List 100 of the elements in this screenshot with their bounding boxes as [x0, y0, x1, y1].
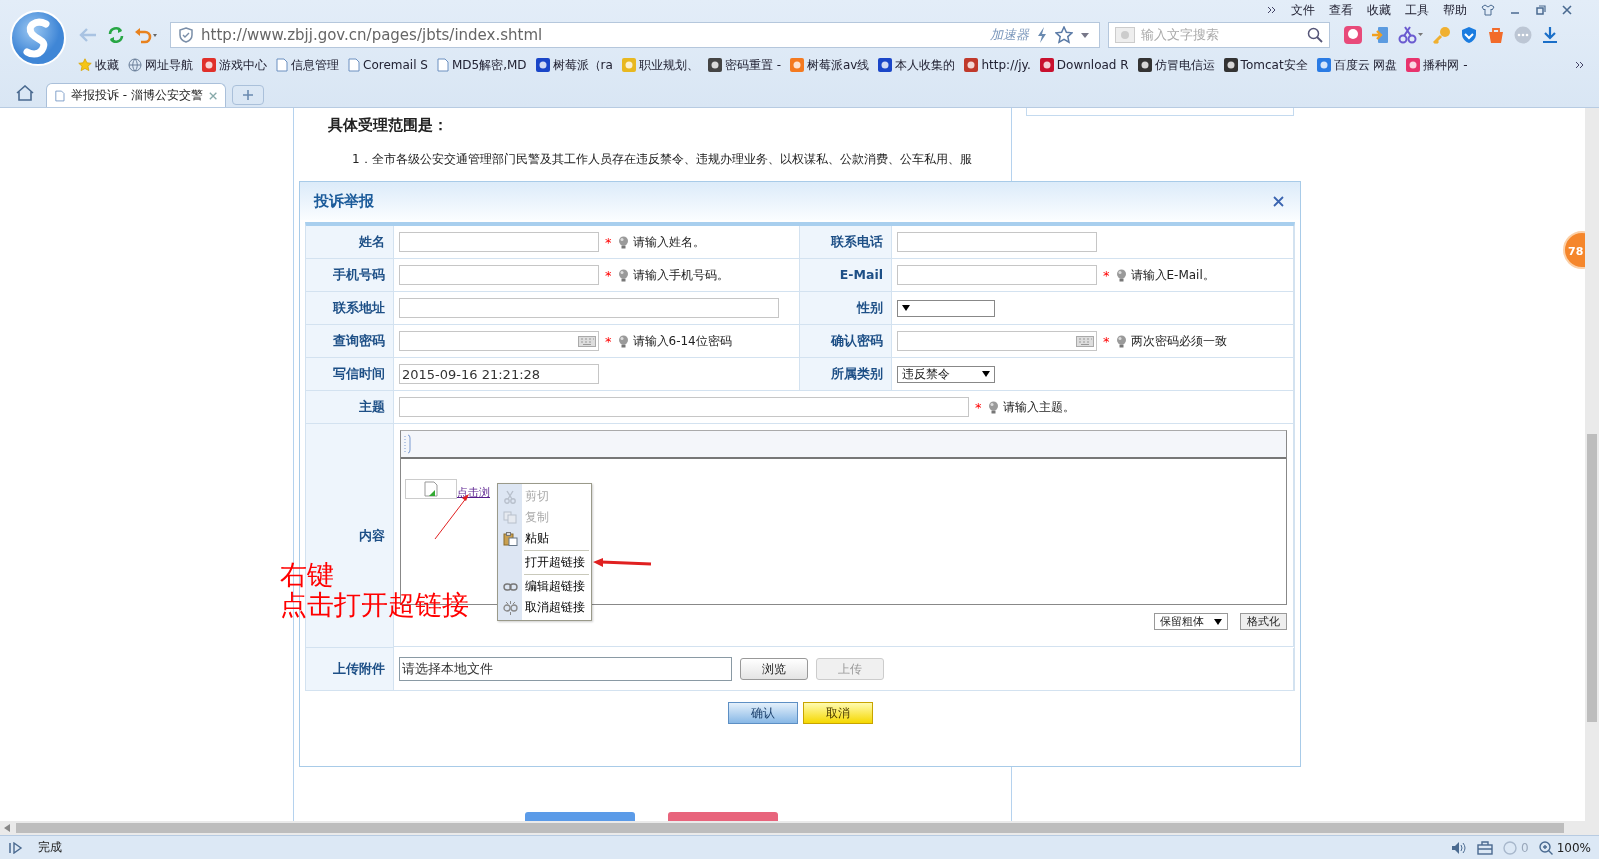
close-icon[interactable]	[208, 90, 217, 101]
bookmark-link[interactable]: 密码重置 -	[707, 56, 781, 74]
menu-item[interactable]: 编辑超链接	[498, 576, 591, 597]
caret-icon[interactable]	[1081, 32, 1089, 38]
site-icon	[964, 58, 979, 72]
cancel-button[interactable]: 取消	[802, 702, 873, 724]
shield-icon[interactable]	[1460, 26, 1478, 44]
bookmark-link[interactable]: 游戏中心	[202, 56, 267, 74]
browser-tab[interactable]: 举报投诉 - 淄博公安交警	[46, 83, 226, 107]
menu-item[interactable]: 打开超链接	[498, 552, 591, 573]
field-label: 上传附件	[306, 648, 394, 691]
keyboard-icon	[578, 335, 596, 347]
hint-text: 请输入主题。	[1002, 398, 1075, 416]
bookmark-link[interactable]: 网址导航	[128, 56, 193, 74]
toolbox-icon[interactable]	[1477, 840, 1494, 855]
home-icon[interactable]	[16, 85, 34, 101]
sidebar-toggle-icon[interactable]	[8, 841, 24, 854]
text-field[interactable]	[897, 265, 1097, 285]
site-icon	[1223, 58, 1238, 72]
menu-item[interactable]: 帮助	[1443, 1, 1467, 19]
bookmark-link[interactable]: MD5解密,MD	[436, 56, 527, 74]
required-mark: *	[605, 333, 612, 349]
caret-icon	[1214, 618, 1222, 625]
menu-item[interactable]: 粘贴	[498, 528, 591, 549]
horizontal-scrollbar[interactable]	[0, 821, 1599, 835]
menu-item[interactable]: 查看	[1329, 1, 1353, 19]
chevron-icon[interactable]	[1267, 6, 1277, 14]
text-field[interactable]	[399, 397, 969, 417]
bookmark-link[interactable]: 职业规划、	[621, 56, 699, 74]
import-icon[interactable]	[1371, 26, 1389, 44]
bookmark-link[interactable]: http://jy.	[964, 58, 1031, 72]
file-field[interactable]: 请选择本地文件	[399, 657, 732, 681]
bookmark-link[interactable]: 仿冒电信运	[1137, 56, 1215, 74]
undo-icon[interactable]	[134, 26, 158, 44]
page-icon	[55, 88, 65, 103]
field-label: 性别	[800, 292, 892, 325]
status-count: 0	[1521, 840, 1529, 855]
text-field[interactable]	[897, 232, 1097, 252]
restore-icon[interactable]	[1535, 4, 1547, 16]
download-icon[interactable]	[1541, 26, 1559, 44]
bookmark-link[interactable]: 收藏	[78, 56, 119, 74]
shirt-icon[interactable]	[1481, 4, 1495, 16]
password-field[interactable]	[897, 331, 1097, 351]
broken-image-icon	[405, 479, 457, 499]
bookmark-link[interactable]: Coremail S	[348, 58, 428, 72]
broken-link-icon	[502, 600, 518, 615]
key-icon[interactable]	[1433, 26, 1451, 44]
field-label: 查询密码	[306, 325, 394, 358]
bookmark-link[interactable]: 播种网 -	[1406, 56, 1468, 74]
format-button[interactable]: 格式化	[1240, 613, 1287, 630]
star-icon[interactable]	[1055, 26, 1073, 44]
app-icon[interactable]	[1344, 26, 1362, 44]
dropdown[interactable]: 保留粗体	[1154, 613, 1228, 630]
scissors-icon[interactable]	[1398, 26, 1424, 44]
zoom-icon[interactable]	[1538, 840, 1553, 855]
bag-icon[interactable]	[1487, 26, 1505, 44]
browse-button[interactable]: 浏览	[740, 658, 808, 680]
chevron-icon[interactable]	[1575, 61, 1585, 69]
browser-logo[interactable]	[10, 10, 66, 66]
text-field[interactable]	[399, 265, 599, 285]
vertical-scrollbar[interactable]	[1585, 108, 1599, 821]
scroll-left-icon[interactable]	[4, 824, 10, 832]
dialog-title: 投诉举报	[314, 191, 374, 211]
zoom-level[interactable]: 100%	[1556, 840, 1591, 855]
dropdown[interactable]	[897, 299, 995, 317]
address-bar[interactable]: http://www.zbjj.gov.cn/pages/jbts/index.shtml 加速器	[170, 22, 1100, 48]
bookmark-link[interactable]: 本人收集的	[878, 56, 956, 74]
more-icon[interactable]	[1514, 26, 1532, 44]
confirm-button[interactable]: 确认	[727, 702, 798, 724]
bookmark-link[interactable]: 树莓派（ra	[535, 56, 613, 74]
menu-item[interactable]: 工具	[1405, 1, 1429, 19]
lightbulb-icon	[617, 268, 629, 282]
refresh-icon[interactable]	[106, 25, 126, 45]
speaker-icon[interactable]	[1451, 840, 1468, 855]
menu-item[interactable]: 收藏	[1367, 1, 1391, 19]
bookmark-link[interactable]: 树莓派av线	[790, 56, 870, 74]
lightning-icon[interactable]	[1037, 27, 1047, 43]
search-icon[interactable]	[1307, 27, 1323, 43]
site-icon	[1137, 58, 1152, 72]
text-field[interactable]	[399, 232, 599, 252]
close-icon[interactable]	[1273, 195, 1284, 207]
dropdown[interactable]: 违反禁令	[897, 365, 995, 383]
field-label: E-Mail	[800, 259, 892, 292]
menu-item[interactable]: 文件	[1291, 1, 1315, 19]
text-field[interactable]	[399, 298, 779, 318]
block-icon[interactable]	[1503, 840, 1518, 855]
password-field[interactable]	[399, 331, 599, 351]
text-field[interactable]: 2015-09-16 21:21:28	[399, 364, 599, 384]
bookmark-link[interactable]: 信息管理	[276, 56, 339, 74]
image-icon	[1115, 27, 1135, 43]
back-icon[interactable]	[78, 27, 98, 43]
bookmark-link[interactable]: 百度云 网盘	[1316, 56, 1398, 74]
bookmark-link[interactable]: Tomcat安全	[1223, 56, 1308, 74]
required-mark: *	[605, 234, 612, 250]
close-icon[interactable]	[1561, 4, 1573, 16]
site-icon	[621, 58, 636, 72]
bookmark-link[interactable]: Download R	[1039, 58, 1129, 72]
new-tab-button[interactable]	[232, 85, 264, 105]
hint-text: 两次密码必须一致	[1130, 332, 1227, 350]
arrow	[593, 558, 653, 568]
